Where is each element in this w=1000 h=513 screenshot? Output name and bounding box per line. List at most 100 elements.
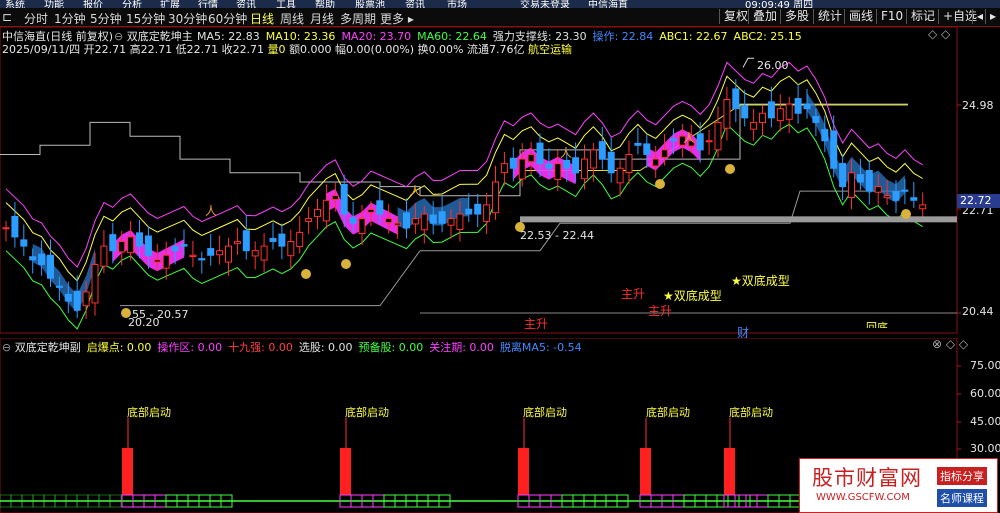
menu-item[interactable]: 功能 (44, 0, 64, 8)
candle-body (20, 239, 28, 247)
watermark-tag: 名师课程 (937, 489, 987, 507)
menu-item[interactable]: 中信海直 (588, 0, 628, 8)
candle-body (331, 195, 339, 201)
signal-main-rise: 主升 (648, 304, 673, 318)
bottom-start-signal: 底部启动 (646, 406, 690, 419)
next-icon[interactable]: ▸ (985, 9, 1000, 24)
candle-body (714, 121, 722, 151)
signal-main-rise: 主升 (621, 287, 646, 301)
signal-bar (724, 448, 735, 495)
candle-body (376, 200, 384, 215)
candle-body (865, 170, 873, 192)
candle-body (136, 232, 143, 247)
candle-body (456, 213, 464, 231)
candle-body (492, 181, 499, 214)
menu-item[interactable]: 工具 (276, 0, 296, 8)
signal-huidi: 回底 (866, 321, 888, 328)
period-button[interactable]: 月线 (310, 10, 334, 27)
stats-button[interactable]: 统计 (813, 9, 846, 24)
menu-item[interactable]: 股票池 (355, 0, 385, 8)
watermark-title: 股市财富网 (812, 466, 922, 490)
candle-body (785, 103, 793, 120)
candle-body (509, 157, 517, 169)
candle-body (171, 245, 179, 252)
money-bag-icon (655, 179, 665, 189)
candle-body (848, 172, 855, 199)
main-candle-chart[interactable]: 人人人人 (0, 27, 1000, 337)
candle-body (830, 130, 838, 169)
menu-item[interactable]: 行情 (198, 0, 218, 8)
candle-body (581, 158, 588, 180)
period-button-active[interactable]: 日线 (250, 10, 274, 27)
candle-body (812, 116, 820, 123)
menu-item[interactable]: 帮助 (315, 0, 335, 8)
overlay-button[interactable]: 叠加 (748, 9, 781, 24)
candle-body (589, 149, 597, 169)
candle-body (625, 153, 633, 173)
menu-item[interactable]: 交易未登录 (520, 0, 570, 8)
menu-item[interactable]: 扩展 (160, 0, 180, 8)
multi-stock-button[interactable]: 多股 (780, 9, 813, 24)
bottom-start-signal: 底部启动 (345, 406, 389, 419)
candle-body (242, 230, 250, 252)
period-button[interactable]: 60分钟 (208, 10, 247, 27)
menu-item[interactable]: 系统 (5, 0, 25, 8)
mark-button[interactable]: 标记 (906, 9, 939, 24)
draw-line-button[interactable]: 画线 (844, 9, 877, 24)
candle-body (314, 208, 321, 217)
candle-body (483, 204, 491, 222)
candle-body (518, 158, 526, 180)
candle-body (269, 237, 277, 243)
candle-body (411, 218, 419, 225)
candle-body (821, 129, 829, 142)
period-button[interactable]: 多周期 (340, 10, 376, 27)
candle-body (233, 241, 241, 245)
candle-body (607, 151, 615, 174)
period-button[interactable]: 周线 (280, 10, 304, 27)
menu-item[interactable]: 报价 (83, 0, 103, 8)
candle-body (536, 142, 544, 165)
candle-body (260, 245, 268, 261)
candle-body (91, 263, 99, 304)
level-label: 45.00 (970, 415, 1000, 428)
signal-bar (640, 448, 651, 495)
candle-body (278, 233, 286, 247)
f10-button[interactable]: F10 (876, 9, 907, 24)
menu-item[interactable]: 市场 (447, 0, 467, 8)
menu-item[interactable]: 分析 (122, 0, 142, 8)
bottom-start-signal: 底部启动 (729, 406, 773, 419)
candle-body (616, 167, 624, 184)
low-range-annotation: 55 - 20.57 (132, 308, 189, 321)
candle-body (153, 259, 161, 263)
signal-bar (518, 448, 529, 495)
menu-item[interactable]: 资讯 (405, 0, 425, 8)
candle-body (803, 103, 811, 110)
candle-body (901, 189, 909, 192)
candle-body (322, 199, 330, 222)
period-button[interactable]: 分时 (24, 10, 48, 27)
candle-body (723, 99, 731, 129)
more-button[interactable]: 更多 ▸ (380, 10, 414, 27)
money-bag-icon (901, 209, 911, 219)
level-label: 30.00 (970, 442, 1000, 455)
period-button[interactable]: 1分钟 (54, 10, 86, 27)
candle-body (474, 203, 482, 215)
menu-item[interactable]: 资讯 (236, 0, 256, 8)
candle-body (759, 112, 766, 124)
menu-bar: 系统 功能 报价 分析 扩展 行情 资讯 工具 帮助 股票池 资讯 市场 交易未登录 中信海直 09:09:… (0, 0, 1000, 8)
current-price-band (520, 216, 957, 223)
price-label: 20.44 (962, 305, 994, 318)
period-button[interactable]: 15分钟 (126, 10, 165, 27)
money-bag-icon (341, 259, 351, 269)
period-button[interactable]: 30分钟 (168, 10, 207, 27)
candle-body (189, 254, 197, 258)
runner-icon: 人 (409, 184, 421, 198)
signal-double-bottom: ★双底成型 (731, 274, 790, 288)
period-button[interactable]: 5分钟 (90, 10, 122, 27)
money-bag-icon (301, 269, 311, 279)
candle-body (767, 101, 775, 119)
level-label: 75.00 (970, 359, 1000, 372)
candle-body (874, 186, 882, 193)
nav-back-icon[interactable]: ⊏ (2, 10, 12, 24)
candle-body (572, 157, 580, 174)
